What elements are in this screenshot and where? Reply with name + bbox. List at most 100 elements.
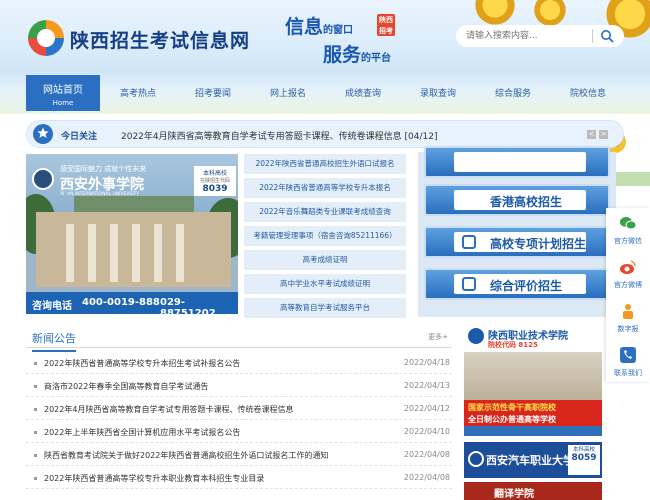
phone-icon — [620, 347, 636, 363]
news-date: 2022/04/12 — [403, 404, 450, 413]
ad-campus-photo — [464, 352, 602, 404]
banner-column — [66, 224, 74, 282]
bullet-icon — [34, 408, 37, 411]
school-code: 8039 — [202, 184, 228, 194]
school-logo — [32, 168, 54, 190]
ad3-name: 翻译学院 — [494, 489, 534, 500]
side-item-wechat[interactable]: 官方微信 — [606, 208, 650, 252]
search-divider — [592, 29, 593, 43]
feature-button-comprehensive[interactable]: 综合评价招生 — [424, 268, 610, 300]
side-item-weibo[interactable]: 官方微博 — [606, 252, 650, 296]
nav-item-score-query[interactable]: 成绩查询 — [345, 86, 381, 99]
news-section-header: 新闻公告 更多+ — [26, 326, 452, 352]
today-headline[interactable]: 2022年4月陕西省高等教育自学考试专用答题卡课程、传统卷课程信息 [04/12… — [121, 129, 437, 142]
code-label2: 在陕招生代码 — [199, 178, 230, 184]
search-input[interactable] — [466, 28, 591, 44]
today-label: 今日关注 — [61, 132, 98, 142]
banner-code-box: 本科高校 在陕招生代码 8039 — [194, 166, 236, 196]
phone-number-2: 029-88751202 — [160, 297, 216, 314]
banner-slogan: 感受国际魅力 成就个性未来 — [60, 165, 147, 173]
ad2-code-label: 本科高校 — [572, 447, 595, 453]
nav-item-services[interactable]: 综合服务 — [495, 86, 531, 99]
ad-auto-university[interactable]: 西安汽车职业大学 本科高校 8059 — [464, 442, 602, 478]
quick-link-oral-exam[interactable]: 2022年陕西省普通高校招生外语口试报名 — [244, 154, 406, 174]
today-focus-bar: 今日关注 2022年4月陕西省高等教育自学考试专用答题卡课程、传统卷课程信息 [… — [26, 120, 624, 148]
wechat-icon — [620, 217, 637, 230]
news-section-title[interactable]: 新闻公告 — [32, 330, 76, 352]
feature-button-inner — [454, 152, 586, 172]
banner-column — [88, 224, 96, 282]
quick-link-gaokao-proof[interactable]: 高考成绩证明 — [244, 250, 406, 270]
document-icon — [462, 277, 476, 291]
ad2-name: 西安汽车职业大学 — [486, 454, 574, 467]
feature-button-label: 香港高校招生 — [490, 195, 563, 209]
nav-item-registration[interactable]: 网上报名 — [270, 86, 306, 99]
banner-column — [154, 224, 162, 282]
news-title[interactable]: 商洛市2022年春季全国高等教育自学考试通告 — [44, 381, 208, 392]
quick-link-academic-proof[interactable]: 高中学业水平考试成绩证明 — [244, 274, 406, 294]
news-title[interactable]: 2022年陕西省普通高等学校专升本职业教育本科招生专业目录 — [44, 473, 264, 484]
news-title[interactable]: 2022年陕西省普通高等学校专升本招生考试补报名公告 — [44, 358, 240, 369]
news-title[interactable]: 陕西省教育考试院关于做好2022年陕西省普通高校招生外语口试报名工作的通知 — [44, 450, 328, 461]
site-title[interactable]: 陕西招生考试信息网 — [70, 26, 250, 53]
nav-item-news[interactable]: 招考要闻 — [195, 86, 231, 99]
quick-link-upgrade-registration[interactable]: 2022年陕西省普通高等学校专升本报名 — [244, 178, 406, 198]
quick-link-records[interactable]: 考籍管理受理事项（宿舍咨询85211166） — [244, 226, 406, 246]
search-icon[interactable] — [600, 29, 614, 43]
side-label: 数字报 — [617, 325, 639, 333]
nav-home[interactable]: 网站首页 Home — [26, 75, 100, 111]
bullet-icon — [34, 362, 37, 365]
news-date: 2022/04/10 — [403, 427, 450, 436]
ad-college-code: 院校代码 8125 — [488, 341, 538, 349]
prev-arrow-button[interactable]: < — [587, 130, 596, 139]
news-more-link[interactable]: 更多+ — [428, 332, 448, 342]
ad-translation-college[interactable]: 翻译学院 — [464, 482, 602, 500]
feature-button-special-plan[interactable]: 高校专项计划招生 — [424, 226, 610, 258]
side-item-contact[interactable]: 联系我们 — [606, 340, 650, 384]
news-row[interactable]: 2022年上半年陕西省全国计算机应用水平考试报名公告 2022/04/10 — [26, 421, 452, 443]
ad-vocational-college[interactable]: 陕西职业技术学院 院校代码 8125 国家示范性骨干高职院校 全日制公办普通高等… — [464, 324, 602, 436]
university-logo — [468, 451, 484, 467]
quick-link-self-study[interactable]: 高等教育自学考试服务平台 — [244, 298, 406, 318]
news-row[interactable]: 2022年4月陕西省高等教育自学考试专用答题卡课程、传统卷课程信息 2022/04… — [26, 398, 452, 420]
news-date: 2022/04/08 — [403, 473, 450, 482]
bullet-icon — [34, 477, 37, 480]
nav-item-admission-query[interactable]: 录取查询 — [420, 86, 456, 99]
side-item-digital-paper[interactable]: 数字报 — [606, 296, 650, 340]
banner-school-en: XI' AN INTERNATIONAL UNIVERSITY — [60, 192, 140, 197]
document-icon — [462, 235, 476, 249]
ad-line1: 国家示范性骨干高职院校 — [468, 403, 556, 412]
main-nav: 网站首页 Home 高考热点 招考要闻 网上报名 成绩查询 录取查询 综合服务 … — [0, 72, 650, 186]
feature-button-partial[interactable] — [424, 146, 610, 178]
ad-line2: 全日制公办普通高等学校 — [468, 415, 556, 424]
site-logo[interactable] — [28, 20, 64, 56]
feature-button-label: 高校专项计划招生 — [490, 237, 587, 251]
feature-buttons: 香港高校招生 高校专项计划招生 综合评价招生 — [418, 146, 616, 317]
slogan-line1-small: 的窗口 — [323, 25, 354, 36]
next-arrow-button[interactable]: > — [599, 130, 608, 139]
side-label: 联系我们 — [614, 369, 642, 377]
nav-item-schools[interactable]: 院校信息 — [570, 86, 606, 99]
news-date: 2022/04/13 — [403, 381, 450, 390]
news-row[interactable]: 2022年陕西省普通高等学校专升本职业教育本科招生专业目录 2022/04/08 — [26, 467, 452, 489]
nav-item-gaokao-hot[interactable]: 高考热点 — [120, 86, 156, 99]
star-icon — [37, 127, 49, 138]
ad2-code: 8059 — [571, 453, 597, 463]
news-title[interactable]: 2022年4月陕西省高等教育自学考试专用答题卡课程、传统卷课程信息 — [44, 404, 293, 415]
school-banner-ad[interactable]: 感受国际魅力 成就个性未来 西安外事学院 XI' AN INTERNATIONA… — [26, 154, 238, 314]
news-row[interactable]: 商洛市2022年春季全国高等教育自学考试通告 2022/04/13 — [26, 375, 452, 397]
phone-number-1: 400-0019-888 — [82, 297, 160, 308]
weibo-icon — [620, 260, 636, 274]
feature-button-hk[interactable]: 香港高校招生 — [424, 184, 610, 216]
code-label1: 本科高校 — [202, 170, 227, 177]
news-title[interactable]: 2022年上半年陕西省全国计算机应用水平考试报名公告 — [44, 427, 240, 438]
slogan-line2: 服务 — [323, 44, 362, 66]
news-row[interactable]: 2022年陕西省普通高等学校专升本招生考试补报名公告 2022/04/18 — [26, 352, 452, 374]
banner-school-name: 西安外事学院 — [60, 177, 144, 193]
quick-link-art-score[interactable]: 2022年音乐舞蹈类专业课联考成绩查询 — [244, 202, 406, 222]
news-row[interactable]: 陕西省教育考试院关于做好2022年陕西省普通高校招生外语口试报名工作的通知 202… — [26, 444, 452, 466]
bullet-icon — [34, 385, 37, 388]
slogan-line2-small: 的平台 — [361, 53, 392, 64]
header: 陕西招生考试信息网 信息的窗口 陕西招考 服务的平台 — [0, 0, 650, 72]
newspaper-icon — [623, 304, 633, 319]
